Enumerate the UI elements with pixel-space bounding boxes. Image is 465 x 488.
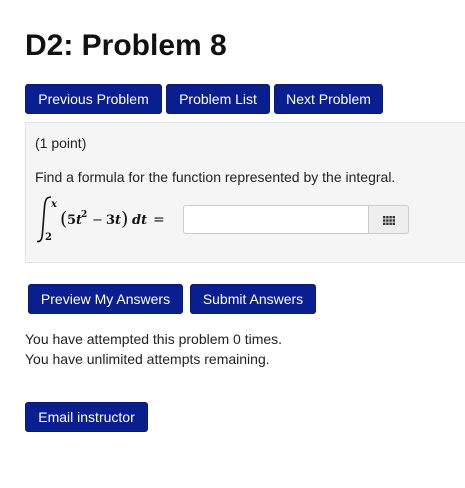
page-title: D2: Problem 8 bbox=[25, 29, 227, 62]
problem-panel: (1 point) Find a formula for the functio… bbox=[25, 122, 465, 263]
previous-problem-button[interactable]: Previous Problem bbox=[25, 84, 162, 114]
close-paren: ) bbox=[121, 208, 128, 230]
grid-icon bbox=[383, 216, 395, 225]
equation-palette-button[interactable] bbox=[369, 205, 409, 234]
differential: dt bbox=[132, 213, 147, 228]
preview-answers-button[interactable]: Preview My Answers bbox=[28, 284, 183, 314]
integral-formula: x 2 ( 5 t 2 − 3 t ) dt = bbox=[34, 195, 184, 245]
email-instructor-button[interactable]: Email instructor bbox=[25, 402, 148, 432]
problem-list-button[interactable]: Problem List bbox=[166, 84, 270, 114]
lower-limit: 2 bbox=[45, 232, 52, 243]
next-problem-button[interactable]: Next Problem bbox=[274, 84, 383, 114]
integrand-term2: 3 bbox=[106, 213, 115, 228]
point-value: (1 point) bbox=[35, 135, 87, 151]
answer-input[interactable] bbox=[183, 205, 369, 234]
minus-sign: − bbox=[92, 213, 103, 228]
remaining-attempts-text: You have unlimited attempts remaining. bbox=[25, 351, 270, 367]
equals-sign: = bbox=[153, 212, 165, 228]
upper-limit: x bbox=[50, 199, 58, 210]
submit-answers-button[interactable]: Submit Answers bbox=[190, 284, 316, 314]
integrand-exponent: 2 bbox=[81, 210, 87, 220]
problem-question: Find a formula for the function represen… bbox=[35, 169, 396, 185]
integrand-coefficient: 5 bbox=[67, 213, 76, 228]
attempts-text: You have attempted this problem 0 times. bbox=[25, 331, 283, 347]
integral-formula-svg: x 2 ( 5 t 2 − 3 t ) dt = bbox=[36, 196, 165, 243]
